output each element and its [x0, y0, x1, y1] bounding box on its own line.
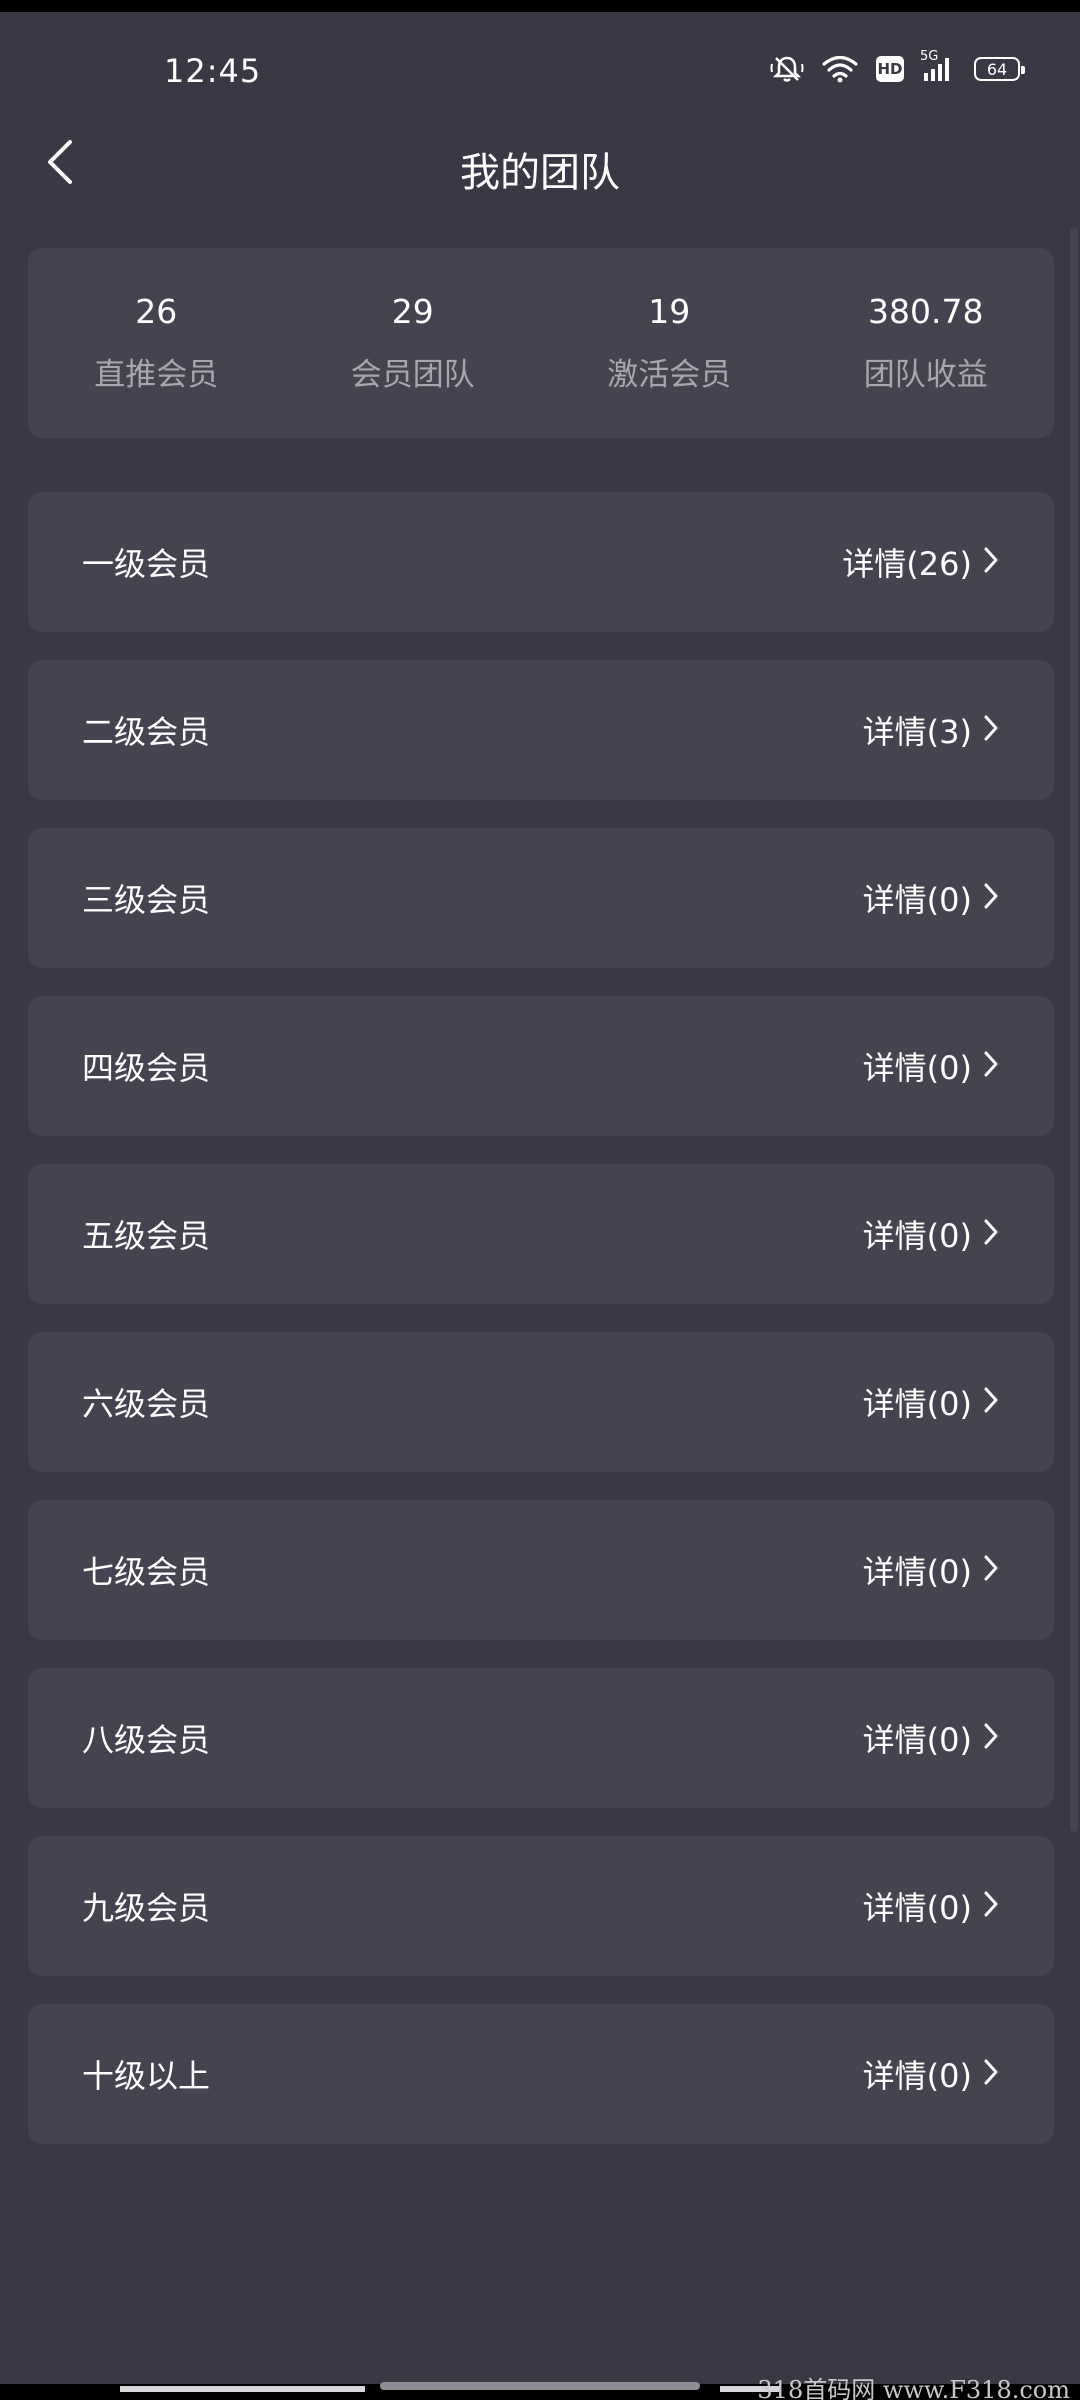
- page-title: 我的团队: [460, 150, 620, 196]
- team-stats-card: 26 直推会员 29 会员团队 19 激活会员 380.78 团队收益: [28, 248, 1054, 438]
- detail-text: 详情(0): [862, 1049, 972, 1087]
- level-detail-link[interactable]: 详情(0): [863, 1547, 1000, 1593]
- chevron-right-icon: [982, 1217, 1000, 1251]
- member-level-list: 一级会员 详情(26) 二级会员 详情(3) 三级会员 详情(0) 四级会员 详…: [28, 492, 1054, 2172]
- chevron-right-icon: [982, 713, 1000, 747]
- level-name: 二级会员: [82, 713, 211, 751]
- nav-segment: [120, 2386, 365, 2392]
- stat-team-earnings[interactable]: 380.78 团队收益: [798, 248, 1055, 438]
- level-row-2[interactable]: 二级会员 详情(3): [28, 660, 1054, 800]
- detail-text: 详情(3): [862, 713, 972, 751]
- level-name: 十级以上: [82, 2057, 211, 2095]
- stat-value: 26: [135, 292, 178, 331]
- detail-text: 详情(0): [862, 1889, 972, 1927]
- detail-text: 详情(0): [862, 1217, 972, 1255]
- level-row-7[interactable]: 七级会员 详情(0): [28, 1500, 1054, 1640]
- stat-value: 19: [648, 292, 691, 331]
- level-detail-link[interactable]: 详情(0): [863, 875, 1000, 921]
- level-row-8[interactable]: 八级会员 详情(0): [28, 1668, 1054, 1808]
- chevron-right-icon: [982, 1385, 1000, 1419]
- level-name: 八级会员: [82, 1721, 211, 1759]
- bell-muted-icon: [770, 54, 804, 84]
- stat-activated-members[interactable]: 19 激活会员: [541, 248, 798, 438]
- battery-icon: 64: [974, 57, 1025, 81]
- level-detail-link[interactable]: 详情(0): [863, 1715, 1000, 1761]
- chevron-right-icon: [982, 1049, 1000, 1083]
- level-name: 九级会员: [82, 1889, 211, 1927]
- level-detail-link[interactable]: 详情(26): [842, 539, 1000, 585]
- level-row-3[interactable]: 三级会员 详情(0): [28, 828, 1054, 968]
- level-detail-link[interactable]: 详情(0): [863, 2051, 1000, 2097]
- stat-member-team[interactable]: 29 会员团队: [285, 248, 542, 438]
- detail-text: 详情(26): [842, 545, 972, 583]
- home-indicator[interactable]: [380, 2382, 700, 2390]
- level-detail-link[interactable]: 详情(0): [863, 1211, 1000, 1257]
- chevron-right-icon: [982, 545, 1000, 579]
- level-row-4[interactable]: 四级会员 详情(0): [28, 996, 1054, 1136]
- network-type-label: 5G: [920, 49, 939, 64]
- detail-text: 详情(0): [862, 1385, 972, 1423]
- watermark: 318首码网 www.F318.com: [757, 2376, 1070, 2400]
- detail-text: 详情(0): [862, 881, 972, 919]
- status-time: 12:45: [164, 52, 262, 90]
- stat-value: 29: [391, 292, 434, 331]
- detail-text: 详情(0): [862, 1721, 972, 1759]
- stat-direct-members[interactable]: 26 直推会员: [28, 248, 285, 438]
- level-row-9[interactable]: 九级会员 详情(0): [28, 1836, 1054, 1976]
- top-edge: [0, 0, 1080, 12]
- status-bar: 12:45 HD 5G 64: [0, 12, 1080, 132]
- level-row-1[interactable]: 一级会员 详情(26): [28, 492, 1054, 632]
- team-screen: 12:45 HD 5G 64 我的团队 26 直推会员 29 会员团队 19 激…: [0, 0, 1080, 2400]
- stat-label: 会员团队: [350, 357, 475, 393]
- level-detail-link[interactable]: 详情(0): [863, 1883, 1000, 1929]
- detail-text: 详情(0): [862, 1553, 972, 1591]
- signal-icon: 5G: [920, 49, 956, 83]
- level-row-5[interactable]: 五级会员 详情(0): [28, 1164, 1054, 1304]
- stat-value: 380.78: [868, 292, 984, 331]
- level-name: 七级会员: [82, 1553, 211, 1591]
- level-name: 六级会员: [82, 1385, 211, 1423]
- stat-label: 团队收益: [863, 357, 988, 393]
- level-row-6[interactable]: 六级会员 详情(0): [28, 1332, 1054, 1472]
- level-name: 五级会员: [82, 1217, 211, 1255]
- hd-icon: HD: [876, 56, 904, 82]
- stat-label: 直推会员: [94, 357, 219, 393]
- chevron-right-icon: [982, 1889, 1000, 1923]
- chevron-right-icon: [982, 881, 1000, 915]
- wifi-icon: [822, 55, 858, 83]
- level-name: 四级会员: [82, 1049, 211, 1087]
- stat-label: 激活会员: [607, 357, 732, 393]
- header: 我的团队: [0, 120, 1080, 210]
- chevron-right-icon: [982, 1553, 1000, 1587]
- level-name: 一级会员: [82, 545, 211, 583]
- level-name: 三级会员: [82, 881, 211, 919]
- level-detail-link[interactable]: 详情(0): [863, 1379, 1000, 1425]
- scrollbar[interactable]: [1070, 228, 1078, 1832]
- status-icons: HD 5G 64: [770, 49, 1025, 84]
- level-row-10-plus[interactable]: 十级以上 详情(0): [28, 2004, 1054, 2144]
- chevron-right-icon: [982, 2057, 1000, 2091]
- chevron-right-icon: [982, 1721, 1000, 1755]
- detail-text: 详情(0): [862, 2057, 972, 2095]
- level-detail-link[interactable]: 详情(0): [863, 1043, 1000, 1089]
- level-detail-link[interactable]: 详情(3): [863, 707, 1000, 753]
